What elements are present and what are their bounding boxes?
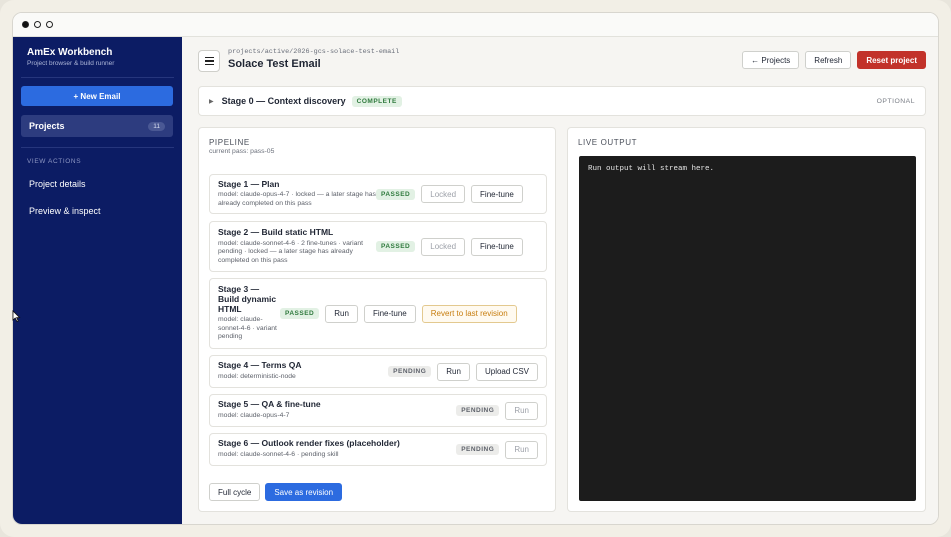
- status-badge: COMPLETE: [351, 95, 402, 107]
- sidebar-item-preview-inspect[interactable]: Preview & inspect: [21, 200, 174, 222]
- view-actions-heading: VIEW ACTIONS: [27, 158, 82, 165]
- stage-description: model: claude-sonnet-4-6 · variant pendi…: [218, 316, 277, 341]
- pipeline-panel: PIPELINE current pass: pass-05 Stage 1 —…: [198, 127, 556, 512]
- stage-0-row[interactable]: ▶ Stage 0 — Context discovery COMPLETE O…: [198, 86, 926, 116]
- title-bar: [13, 13, 938, 37]
- minimize-window-icon[interactable]: [34, 21, 41, 28]
- screen-frame: AmEx Workbench Project browser & build r…: [0, 0, 951, 537]
- stage-card: Stage 1 — Plan model: claude-opus-4-7 · …: [209, 174, 547, 214]
- main-content: projects/active/2026-gcs-solace-test-ema…: [182, 37, 938, 524]
- stage-description: model: claude-sonnet-4-6 · pending skill: [218, 451, 339, 459]
- close-window-icon[interactable]: [22, 21, 29, 28]
- stage-card: Stage 2 — Build static HTML model: claud…: [209, 221, 547, 272]
- stage-description: model: claude-opus-4-7: [218, 412, 290, 420]
- current-pass-label: current pass: pass-05: [209, 148, 275, 155]
- app-title: AmEx Workbench: [27, 47, 113, 58]
- stage-card: Stage 4 — Terms QA model: deterministic-…: [209, 355, 547, 388]
- status-badge: PENDING: [456, 405, 500, 416]
- output-console[interactable]: Run output will stream here.: [579, 156, 916, 501]
- run-button[interactable]: Run: [505, 401, 538, 420]
- fine-tune-button[interactable]: Fine-tune: [471, 185, 523, 203]
- expand-caret-icon[interactable]: ▶: [209, 98, 214, 105]
- stage-card: Stage 3 — Build dynamic HTML model: clau…: [209, 278, 547, 349]
- sidebar: AmEx Workbench Project browser & build r…: [13, 37, 182, 524]
- page-title: Solace Test Email: [228, 58, 321, 70]
- stage-card: Stage 5 — QA & fine-tune model: claude-o…: [209, 394, 547, 427]
- status-badge: PASSED: [376, 188, 416, 200]
- reset-project-button[interactable]: Reset project: [857, 51, 926, 69]
- console-placeholder: Run output will stream here.: [588, 165, 715, 173]
- upload-csv-button[interactable]: Upload CSV: [475, 362, 538, 381]
- status-badge: PENDING: [388, 366, 432, 377]
- header-actions: ← Projects Refresh Reset project: [742, 51, 926, 69]
- status-badge: PASSED: [280, 308, 320, 319]
- fine-tune-button[interactable]: Fine-tune: [363, 304, 416, 323]
- back-to-projects-button[interactable]: ← Projects: [742, 51, 800, 69]
- stage-name: Stage 6 — Outlook render fixes (placehol…: [218, 438, 400, 449]
- status-badge: PENDING: [456, 444, 500, 455]
- projects-count-badge: 11: [148, 121, 165, 131]
- stage-name: Stage 1 — Plan: [218, 178, 280, 189]
- locked-button[interactable]: Locked: [421, 237, 466, 256]
- revert-revision-button[interactable]: Revert to last revision: [421, 304, 517, 323]
- live-output-panel: LIVE OUTPUT Run output will stream here.: [567, 127, 926, 512]
- app-window: AmEx Workbench Project browser & build r…: [12, 12, 939, 525]
- zoom-window-icon[interactable]: [46, 21, 53, 28]
- pipeline-actions: Full cycle Save as revision: [209, 483, 343, 501]
- new-email-button[interactable]: + New Email: [21, 86, 173, 106]
- fine-tune-button[interactable]: Fine-tune: [471, 237, 523, 256]
- pipeline-title: PIPELINE: [209, 138, 250, 147]
- status-badge: PASSED: [376, 241, 416, 252]
- mouse-cursor-icon: [12, 310, 21, 322]
- optional-label: OPTIONAL: [876, 97, 915, 105]
- app-body: AmEx Workbench Project browser & build r…: [13, 37, 938, 524]
- sidebar-divider: [21, 77, 174, 78]
- save-revision-button[interactable]: Save as revision: [265, 483, 343, 501]
- run-button[interactable]: Run: [437, 362, 470, 381]
- stage-description: model: claude-sonnet-4-6 · 2 fine-tunes …: [218, 239, 364, 264]
- stage-name: Stage 5 — QA & fine-tune: [218, 399, 321, 410]
- run-button[interactable]: Run: [325, 304, 358, 323]
- locked-button[interactable]: Locked: [421, 185, 466, 203]
- full-cycle-button[interactable]: Full cycle: [209, 483, 261, 501]
- stage-name: Stage 4 — Terms QA: [218, 360, 302, 371]
- breadcrumb: projects/active/2026-gcs-solace-test-ema…: [228, 48, 400, 56]
- stage-name: Stage 3 — Build dynamic HTML: [218, 284, 277, 314]
- run-button[interactable]: Run: [505, 440, 538, 459]
- refresh-button[interactable]: Refresh: [805, 51, 852, 69]
- sidebar-divider: [21, 147, 174, 148]
- app-subtitle: Project browser & build runner: [27, 60, 115, 67]
- stage-description: model: deterministic-node: [218, 373, 296, 381]
- sidebar-item-projects[interactable]: Projects 11: [21, 115, 173, 137]
- sidebar-item-project-details[interactable]: Project details: [21, 173, 174, 195]
- hamburger-menu-icon[interactable]: [198, 50, 220, 72]
- stage-name: Stage 2 — Build static HTML: [218, 226, 334, 237]
- stage-description: model: claude-opus-4-7 · locked — a late…: [218, 191, 376, 207]
- stage-card: Stage 6 — Outlook render fixes (placehol…: [209, 433, 547, 466]
- sidebar-item-label: Projects: [29, 121, 65, 131]
- stage-0-title: Stage 0 — Context discovery: [221, 96, 346, 106]
- live-output-title: LIVE OUTPUT: [578, 138, 638, 147]
